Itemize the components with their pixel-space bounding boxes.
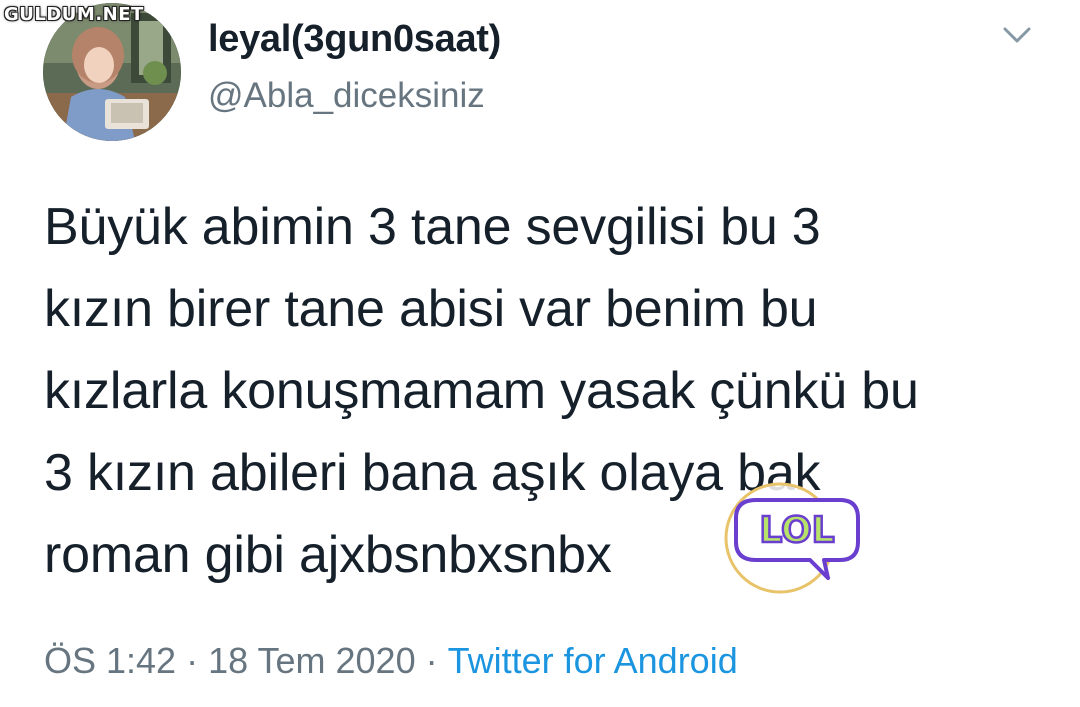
- user-handle[interactable]: @Abla_diceksiniz: [208, 76, 485, 116]
- tweet-text-line: kızlarla konuşmamam yasak çünkü bu: [44, 362, 919, 420]
- tweet-text-line: Büyük abimin 3 tane sevgilisi bu 3: [44, 198, 821, 256]
- tweet-time[interactable]: ÖS 1:42: [44, 640, 176, 681]
- tweet-text-line: roman gibi ajxbsnbxsnbx: [44, 526, 612, 584]
- lol-badge-text: LOL: [759, 510, 834, 551]
- site-watermark: GULDUM.NET: [4, 4, 144, 25]
- tweet-date[interactable]: 18 Tem 2020: [208, 640, 416, 681]
- tweet-text-line: 3 kızın abileri bana aşık olaya bak: [44, 444, 821, 502]
- display-name[interactable]: leyal(3gun0saat): [208, 18, 501, 61]
- lol-sticker-icon: LOL: [712, 478, 862, 598]
- chevron-down-icon[interactable]: [1002, 24, 1032, 46]
- tweet-text: Büyük abimin 3 tane sevgilisi bu 3 kızın…: [44, 186, 1054, 596]
- tweet-meta: ÖS 1:42 · 18 Tem 2020 · Twitter for Android: [44, 640, 738, 682]
- tweet-source-link[interactable]: Twitter for Android: [448, 640, 738, 681]
- tweet-text-line: kızın birer tane abisi var benim bu: [44, 280, 818, 338]
- meta-separator: ·: [425, 640, 438, 681]
- tweet-screenshot: GULDUM.NET leyal(3gun0saat) @Abla_diceks…: [0, 0, 1080, 707]
- meta-separator: ·: [186, 640, 199, 681]
